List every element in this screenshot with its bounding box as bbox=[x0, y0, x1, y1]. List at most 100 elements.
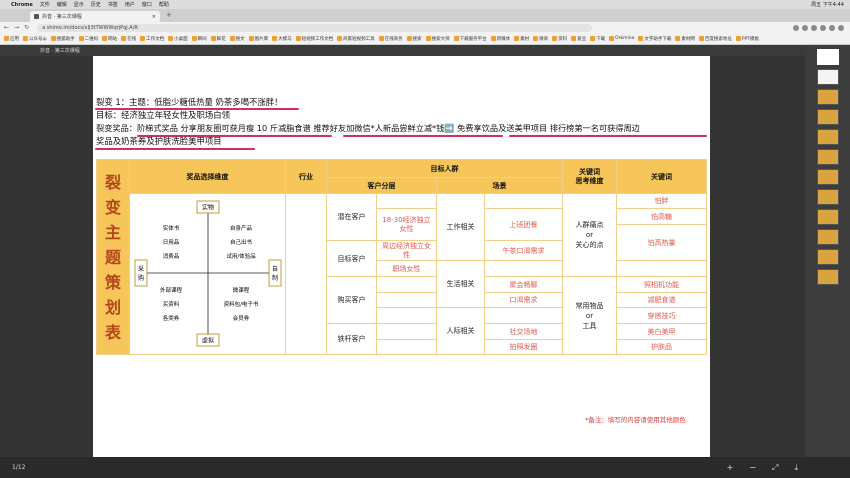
bookmark-item[interactable]: 鲜花 bbox=[210, 36, 226, 42]
doc-line-target: 目标：经济独立年轻女性及职场白领 bbox=[96, 110, 230, 120]
profile-icon[interactable] bbox=[838, 24, 844, 31]
bookmark-item[interactable]: 微商 bbox=[533, 36, 548, 42]
bookmark-item[interactable]: 资料 bbox=[552, 36, 567, 42]
page-thumbnail[interactable] bbox=[816, 129, 839, 145]
bookmark-item[interactable]: 下载服务平台 bbox=[453, 36, 487, 42]
zoom-in-icon[interactable]: + bbox=[727, 463, 734, 473]
bookmark-item[interactable]: 新媒体 bbox=[490, 36, 510, 42]
page-thumbnail[interactable] bbox=[816, 229, 839, 245]
bookmark-item[interactable]: 瞬间 bbox=[191, 36, 207, 42]
menu-item[interactable]: 文件 bbox=[40, 1, 50, 8]
download-icon[interactable]: ⤓ bbox=[794, 463, 798, 473]
bookmark-label: 小桌面 bbox=[174, 36, 188, 42]
page-thumbnail[interactable] bbox=[816, 69, 839, 85]
zoom-out-icon[interactable]: − bbox=[749, 463, 756, 473]
extension-icon[interactable] bbox=[802, 24, 808, 31]
reload-icon[interactable]: ↻ bbox=[24, 24, 29, 31]
bookmark-item[interactable]: 在线商务 bbox=[378, 36, 403, 42]
menu-item[interactable]: 历史 bbox=[91, 1, 101, 8]
page-thumbnail[interactable] bbox=[816, 269, 839, 285]
underline-mark bbox=[509, 135, 707, 137]
page-thumbnail[interactable] bbox=[816, 89, 839, 105]
bookmark-item[interactable]: 公众号ip bbox=[23, 36, 47, 42]
bookmark-item[interactable]: 二维码 bbox=[78, 36, 98, 42]
doc-line-prize: 裂变奖品：阶梯式奖品 分享朋友圈可获月瘦 10 斤减脂食谱 推荐好友加微信*人新… bbox=[96, 123, 640, 133]
bookmark-item[interactable]: 搜索 bbox=[406, 36, 422, 42]
bookmark-icon bbox=[735, 36, 741, 41]
bookmark-label: 图片库 bbox=[254, 36, 269, 42]
bookmark-item[interactable]: 搜索大师 bbox=[425, 36, 450, 42]
bookmark-label: 搜狐助手 bbox=[56, 36, 75, 42]
bookmark-item[interactable]: 在线 bbox=[121, 36, 136, 42]
segment-cell: 目标客户 bbox=[326, 240, 377, 277]
page-thumbnail[interactable] bbox=[816, 249, 839, 265]
browser-tab[interactable]: 抖音 · 第三次课程 × bbox=[30, 11, 160, 22]
extension-icon[interactable] bbox=[820, 24, 826, 31]
bookmark-item[interactable]: 短视频工作文档 bbox=[295, 36, 333, 42]
menu-item[interactable]: 书签 bbox=[108, 1, 118, 8]
diagram-q1-item: 实体书 bbox=[162, 224, 179, 232]
bookmark-item[interactable]: PPT模板 bbox=[735, 36, 759, 42]
bookmark-icon bbox=[425, 36, 431, 41]
bookmark-icon bbox=[514, 36, 520, 41]
segment-detail-cell: 职场女性 bbox=[376, 260, 437, 277]
bookmark-icon bbox=[552, 36, 558, 41]
bookmark-item[interactable]: 素材 bbox=[514, 36, 529, 42]
bookmark-item[interactable]: Orkmine bbox=[609, 36, 634, 41]
bookmark-item[interactable]: 工作文档 bbox=[140, 36, 164, 42]
extension-icon[interactable] bbox=[829, 24, 835, 31]
menu-item[interactable]: 编辑 bbox=[57, 1, 67, 8]
bookmark-label: 公众号ip bbox=[29, 36, 47, 42]
keyword-cell: 穿搭技巧 bbox=[616, 307, 707, 324]
page-thumbnail[interactable] bbox=[816, 189, 839, 205]
bookmark-label: 大模马 bbox=[278, 36, 292, 42]
bookmark-item[interactable]: 图片库 bbox=[248, 36, 269, 42]
bookmark-icon bbox=[638, 36, 644, 41]
page-thumbnail[interactable] bbox=[816, 49, 839, 65]
bookmark-item[interactable]: 网站 bbox=[102, 36, 117, 42]
bookmark-item[interactable]: 应用 bbox=[4, 36, 19, 42]
page-thumbnail[interactable] bbox=[816, 169, 839, 185]
prize-diagram-cell: 实物 虚拟 采 购 自 制 实体书 日用品 消费品 自身产品 自己出书 试用/体… bbox=[129, 193, 286, 355]
menu-item[interactable]: 用户 bbox=[125, 1, 135, 8]
scene-cell: 人际相关 bbox=[436, 307, 485, 355]
bookmark-icon bbox=[272, 36, 278, 41]
url-bar[interactable]: a shimo.im/docs/xIJ3tTWWWqrjPqj.A/R bbox=[37, 23, 593, 32]
page-thumbnail[interactable] bbox=[816, 209, 839, 225]
bookmark-item[interactable]: 下载 bbox=[590, 36, 605, 42]
bookmark-item[interactable]: 文字助手下载 bbox=[638, 36, 671, 42]
header-keyword: 关键词 bbox=[616, 159, 707, 194]
diagram-left-label-2: 购 bbox=[137, 274, 143, 282]
bookmark-item[interactable]: 大模马 bbox=[272, 36, 292, 42]
bookmark-icon bbox=[571, 36, 577, 41]
bookmark-item[interactable]: 百度搜索地址 bbox=[698, 36, 732, 42]
forward-icon[interactable]: → bbox=[14, 24, 19, 31]
back-icon[interactable]: ← bbox=[4, 24, 9, 31]
underline-mark bbox=[343, 135, 503, 137]
bookmark-item[interactable]: 商家短视频工具 bbox=[337, 36, 375, 42]
bookmark-item[interactable]: 爱豆 bbox=[571, 36, 586, 42]
close-tab-icon[interactable]: × bbox=[152, 14, 160, 20]
menu-item[interactable]: 帮助 bbox=[159, 1, 169, 8]
menu-item[interactable]: 窗口 bbox=[142, 1, 152, 8]
bookmark-item[interactable]: 搜狐助手 bbox=[50, 36, 75, 42]
bookmark-item[interactable]: 搜文 bbox=[229, 36, 245, 42]
keyword-cell bbox=[616, 260, 707, 277]
menu-app[interactable]: Chrome bbox=[11, 2, 33, 8]
extension-icon[interactable] bbox=[811, 24, 817, 31]
header-scene: 场景 bbox=[436, 177, 563, 194]
page-thumbnail[interactable] bbox=[816, 109, 839, 125]
scene-detail-cell bbox=[484, 307, 563, 324]
bookmark-item[interactable]: 小桌面 bbox=[168, 36, 188, 42]
fit-page-icon[interactable]: ⤢ bbox=[772, 463, 778, 473]
diagram-q3-item: 各类券 bbox=[162, 314, 179, 322]
bookmark-label: 资料 bbox=[558, 36, 568, 42]
bookmark-item[interactable]: 素材网 bbox=[675, 36, 695, 42]
bookmark-label: 应用 bbox=[10, 36, 19, 42]
new-tab-icon[interactable]: + bbox=[166, 11, 172, 19]
page-thumbnail[interactable] bbox=[816, 149, 839, 165]
menu-item[interactable]: 显示 bbox=[74, 1, 84, 8]
segment-cell: 潜在客户 bbox=[326, 193, 377, 241]
diagram-bottom-label: 虚拟 bbox=[201, 337, 213, 345]
extension-icon[interactable] bbox=[793, 24, 799, 31]
